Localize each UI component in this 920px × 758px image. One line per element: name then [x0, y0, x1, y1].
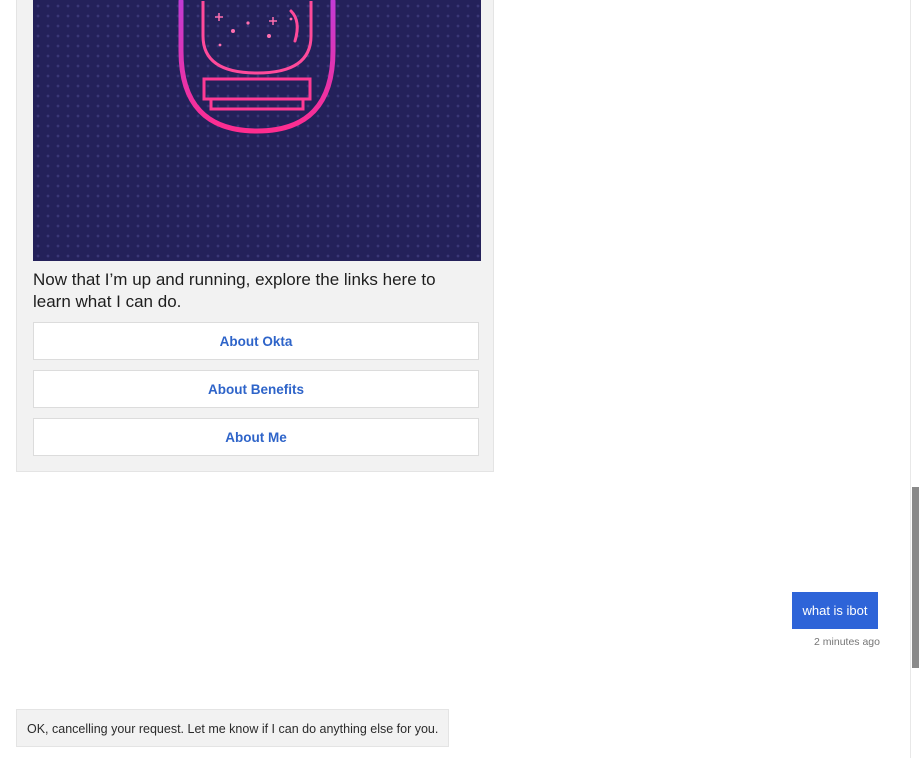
scrollbar-thumb[interactable] — [912, 487, 919, 668]
user-message-bubble: what is ibot — [792, 592, 878, 629]
hero-image — [33, 0, 481, 261]
about-me-button[interactable]: About Me — [33, 418, 479, 456]
hero-text: Now that I’m up and running, explore the… — [33, 270, 436, 311]
chat-transcript: Now that I’m up and running, explore the… — [0, 0, 920, 758]
message-timestamp: 2 minutes ago — [814, 636, 880, 648]
bot-message-bubble: OK, cancelling your request. Let me know… — [16, 709, 450, 747]
about-okta-button[interactable]: About Okta — [33, 322, 479, 360]
scrollbar-track[interactable] — [910, 0, 920, 758]
hero-card: Now that I’m up and running, explore the… — [16, 0, 494, 472]
astronaut-helmet-icon — [178, 0, 336, 134]
about-benefits-button[interactable]: About Benefits — [33, 370, 479, 408]
